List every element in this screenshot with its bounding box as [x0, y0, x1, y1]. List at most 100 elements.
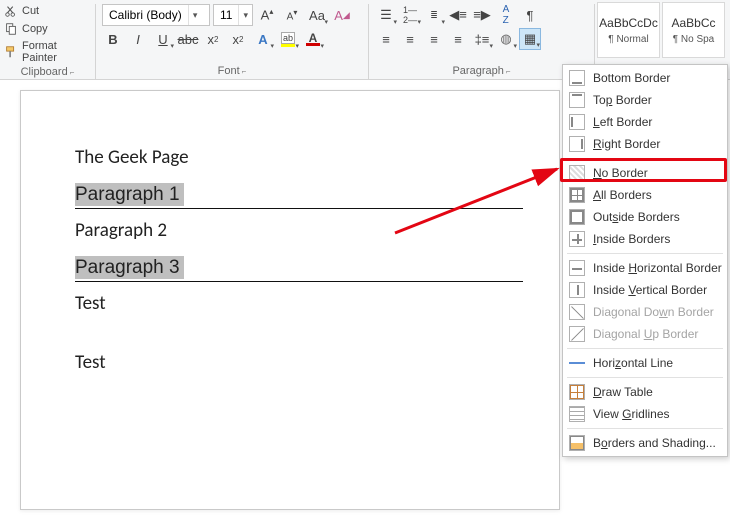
style-preview: AaBbCcDc: [599, 16, 658, 30]
selection: Paragraph 1: [75, 183, 184, 206]
underline-button[interactable]: U▾: [152, 28, 174, 50]
menu-right-border[interactable]: Right Border: [563, 133, 727, 155]
menu-diagonal-down: Diagonal Down Border: [563, 301, 727, 323]
bottom-border-icon: [569, 70, 585, 86]
menu-horizontal-line[interactable]: Horizontal Line: [563, 352, 727, 374]
decrease-indent-button[interactable]: ◀≡: [447, 4, 469, 26]
justify-button[interactable]: ≡: [447, 28, 469, 50]
align-left-button[interactable]: ≡: [375, 28, 397, 50]
all-borders-icon: [569, 187, 585, 203]
sort-button[interactable]: AZ: [495, 4, 517, 26]
menu-inside-vertical[interactable]: Inside Vertical Border: [563, 279, 727, 301]
inside-horizontal-icon: [569, 260, 585, 276]
line-spacing-button[interactable]: ‡≡▾: [471, 28, 493, 50]
paragraph-group: ☰▾ 1—2—▾ ≣▾ ◀≡ ≡▶ AZ ¶ ≡ ≡ ≡ ≡ ‡≡▾ ◍▾ ▦▾…: [369, 0, 594, 79]
style-normal[interactable]: AaBbCcDc ¶ Normal: [597, 2, 660, 58]
borders-shading-icon: [569, 435, 585, 451]
align-right-button[interactable]: ≡: [423, 28, 445, 50]
para-3: Paragraph 3: [75, 256, 523, 279]
strikethrough-button[interactable]: abc: [177, 28, 199, 50]
increase-indent-button[interactable]: ≡▶: [471, 4, 493, 26]
document-page[interactable]: The Geek Page Paragraph 1 Paragraph 2 Pa…: [20, 90, 560, 510]
change-case-button[interactable]: Aa▾: [306, 4, 328, 26]
style-name: ¶ Normal: [608, 34, 648, 45]
annotation-arrow-icon: [385, 155, 570, 240]
chevron-down-icon[interactable]: ▾: [238, 5, 252, 25]
horizontal-line-icon: [569, 355, 585, 371]
style-preview: AaBbCc: [671, 16, 715, 30]
paintbrush-icon: [4, 45, 18, 59]
cut-label: Cut: [22, 5, 39, 17]
gridlines-icon: [569, 406, 585, 422]
menu-separator: [567, 428, 723, 429]
clipboard-group: Cut Copy Format Painter Clipboard ⌐: [0, 0, 95, 79]
diagonal-down-icon: [569, 304, 585, 320]
menu-separator: [567, 377, 723, 378]
menu-left-border[interactable]: Left Border: [563, 111, 727, 133]
text-effects-button[interactable]: A▾: [252, 28, 274, 50]
style-no-spacing[interactable]: AaBbCc ¶ No Spa: [662, 2, 725, 58]
format-painter-button[interactable]: Format Painter: [4, 38, 91, 66]
scissors-icon: [4, 4, 18, 18]
italic-button[interactable]: I: [127, 28, 149, 50]
copy-button[interactable]: Copy: [4, 20, 91, 38]
outside-borders-icon: [569, 209, 585, 225]
draw-table-icon: [569, 384, 585, 400]
inside-vertical-icon: [569, 282, 585, 298]
menu-inside-borders[interactable]: Inside Borders: [563, 228, 727, 250]
left-border-icon: [569, 114, 585, 130]
right-border-icon: [569, 136, 585, 152]
font-group-label: Font ⌐: [102, 65, 362, 79]
shading-button[interactable]: ◍▾: [495, 28, 517, 50]
font-size-combo[interactable]: 11 ▾: [213, 4, 253, 26]
menu-draw-table[interactable]: Draw Table: [563, 381, 727, 403]
chevron-down-icon[interactable]: ▾: [188, 5, 202, 25]
copy-label: Copy: [22, 23, 48, 35]
hr-2: [75, 281, 523, 282]
inside-borders-icon: [569, 231, 585, 247]
align-center-button[interactable]: ≡: [399, 28, 421, 50]
border-grid-icon: ▦: [524, 31, 536, 47]
selection: Paragraph 3: [75, 256, 184, 279]
multilevel-list-button[interactable]: ≣▾: [423, 4, 445, 26]
numbering-button[interactable]: 1—2—▾: [399, 4, 421, 26]
subscript-button[interactable]: x2: [202, 28, 224, 50]
bold-button[interactable]: B: [102, 28, 124, 50]
menu-top-border[interactable]: Top Border: [563, 89, 727, 111]
font-name-combo[interactable]: Calibri (Body) ▾: [102, 4, 210, 26]
clear-formatting-button[interactable]: A◢: [331, 4, 353, 26]
font-color-button[interactable]: A▾: [302, 28, 324, 50]
menu-all-borders[interactable]: All Borders: [563, 184, 727, 206]
menu-inside-horizontal[interactable]: Inside Horizontal Border: [563, 257, 727, 279]
diagonal-up-icon: [569, 326, 585, 342]
copy-icon: [4, 22, 18, 36]
menu-view-gridlines[interactable]: View Gridlines: [563, 403, 727, 425]
font-group: Calibri (Body) ▾ 11 ▾ A▴ A▾ Aa▾ A◢ B I U…: [96, 0, 368, 79]
menu-bottom-border[interactable]: Bottom Border: [563, 67, 727, 89]
grow-font-button[interactable]: A▴: [256, 4, 278, 26]
test-1: Test: [75, 292, 523, 315]
top-border-icon: [569, 92, 585, 108]
format-painter-label: Format Painter: [22, 40, 91, 64]
cut-button[interactable]: Cut: [4, 2, 91, 20]
superscript-button[interactable]: x2: [227, 28, 249, 50]
highlight-color-button[interactable]: ab▾: [277, 28, 299, 50]
menu-outside-borders[interactable]: Outside Borders: [563, 206, 727, 228]
shrink-font-button[interactable]: A▾: [281, 4, 303, 26]
clipboard-launcher-icon[interactable]: ⌐: [70, 68, 75, 77]
show-marks-button[interactable]: ¶: [519, 4, 541, 26]
borders-button[interactable]: ▦▾: [519, 28, 541, 50]
font-launcher-icon[interactable]: ⌐: [242, 67, 247, 76]
menu-diagonal-up: Diagonal Up Border: [563, 323, 727, 345]
paragraph-launcher-icon[interactable]: ⌐: [506, 67, 511, 76]
menu-separator: [567, 348, 723, 349]
menu-separator: [567, 253, 723, 254]
paragraph-group-label: Paragraph ⌐: [375, 65, 588, 79]
annotation-highlight: [560, 158, 727, 182]
font-size-value: 11: [214, 8, 238, 22]
bullets-button[interactable]: ☰▾: [375, 4, 397, 26]
font-name-value: Calibri (Body): [103, 8, 188, 22]
style-name: ¶ No Spa: [673, 34, 715, 45]
clipboard-group-label: Clipboard ⌐: [4, 66, 91, 80]
menu-borders-shading[interactable]: Borders and Shading...: [563, 432, 727, 454]
